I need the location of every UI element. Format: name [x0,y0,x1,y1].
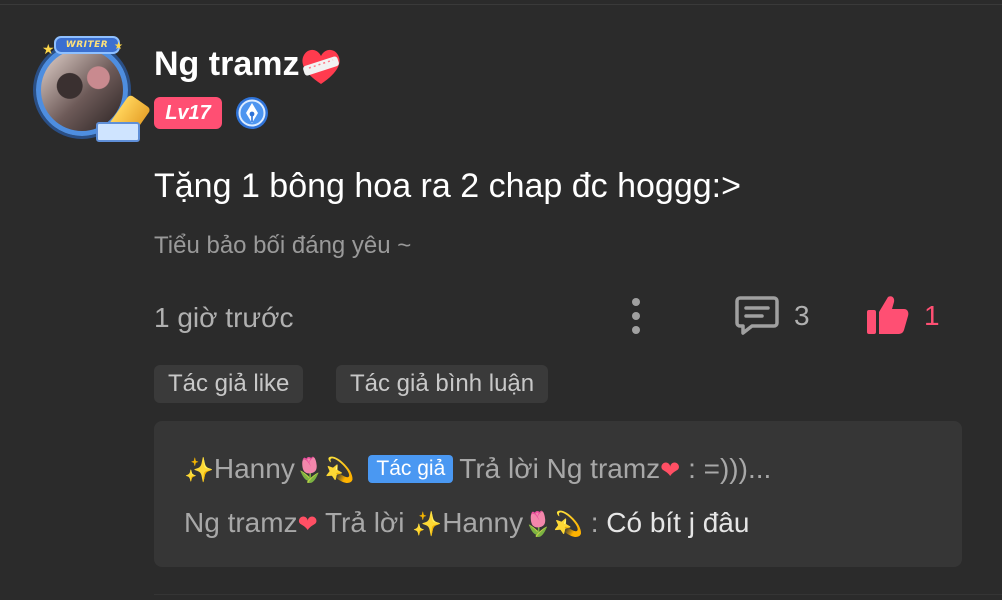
reply-to-name[interactable]: Hanny [442,507,523,538]
level-badge: Lv17 [154,97,222,129]
tag-author-liked: Tác giả like [154,365,304,403]
reply-separator: : [688,453,696,484]
author-name-text: Ng tramz [154,45,300,83]
heart-with-bandage-icon: ❤ [660,456,681,484]
reply-from-name[interactable]: Ng tramz [184,507,298,538]
heart-with-bandage-icon [302,49,341,85]
comment-icon [735,296,779,335]
reply-from-name[interactable]: Hanny [214,453,295,484]
tag-author-commented: Tác giả bình luận [336,365,549,403]
reply-action: Trả lời [459,453,539,484]
tulip-icon: 🌷 [294,456,325,484]
comment-button[interactable]: 3 [734,292,824,340]
author-avatar[interactable]: WRITER ★ ★ [30,36,152,142]
reply-action: Trả lời [324,507,405,538]
heart-with-bandage-icon: ❤ [297,510,318,538]
reply-item[interactable]: ✨Hanny🌷💫 Tác giả Trả lời Ng tramz❤ : =)))… [184,451,771,488]
comment-count: 3 [794,300,810,331]
reply-separator: : [590,507,599,538]
reply-item[interactable]: Ng tramz❤ Trả lời ✨Hanny🌷💫 : Có bít j đâ… [184,505,749,542]
dizzy-icon: 💫 [324,456,355,484]
pen-nib-badge-icon [236,97,268,129]
like-count: 1 [924,300,940,331]
book-icon [96,122,140,142]
author-name[interactable]: Ng tramz [154,44,343,86]
author-badge: Tác giả [368,455,454,483]
star-icon: ★ [42,41,55,57]
dizzy-icon: 💫 [553,510,583,538]
bottom-divider [154,594,1002,595]
thumbs-up-icon [867,296,909,334]
writer-banner: WRITER [54,36,120,54]
post-timestamp: 1 giờ trước [154,302,294,333]
like-button[interactable]: 1 [864,292,954,340]
sparkles-icon: ✨ [184,456,214,484]
author-signature: Tiểu bảo bối đáng yêu ~ [154,232,412,259]
reply-to-name[interactable]: Ng tramz [547,453,661,484]
top-divider [0,4,1002,5]
more-options-icon[interactable] [622,296,650,336]
star-icon: ★ [114,41,123,52]
post-content: Tặng 1 bông hoa ra 2 chap đc hoggg:> [154,167,741,205]
reply-text: Có bít j đâu [606,507,750,538]
replies-panel[interactable]: ✨Hanny🌷💫 Tác giả Trả lời Ng tramz❤ : =)))… [154,421,962,567]
reply-text: =)))... [703,453,772,484]
sparkles-icon: ✨ [412,510,443,538]
tulip-icon: 🌷 [523,510,554,538]
